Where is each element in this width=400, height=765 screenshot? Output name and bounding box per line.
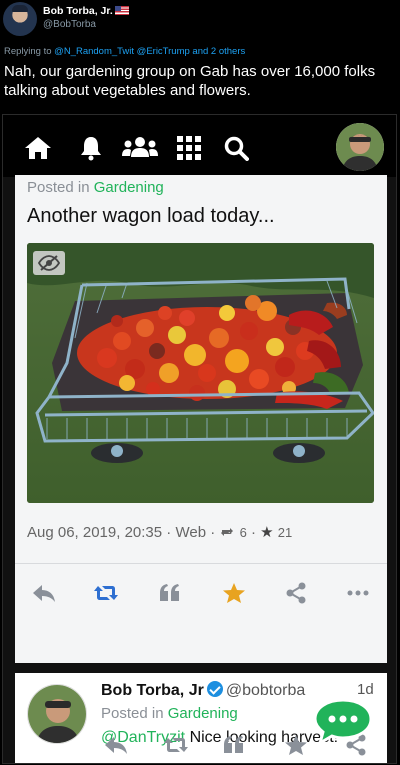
repost-count: 6 — [239, 525, 247, 540]
reply-icon[interactable] — [29, 581, 59, 605]
groups-icon[interactable] — [121, 134, 159, 162]
posted-in-prefix: Posted in — [27, 179, 90, 196]
star-icon[interactable] — [281, 733, 311, 757]
home-icon[interactable] — [23, 134, 53, 162]
reply-icon[interactable] — [101, 733, 131, 757]
gab-nav-bar — [3, 115, 396, 177]
star-icon[interactable] — [219, 581, 249, 605]
gab-screenshot: Posted in Gardening Another wagon load t… — [2, 114, 397, 764]
post-meta: Aug 06, 2019, 20:35 · Web · 6 · ★ 21 — [27, 523, 292, 541]
posted-in-prefix: Posted in — [101, 705, 164, 722]
share-icon[interactable] — [281, 581, 311, 605]
divider — [15, 563, 387, 564]
more-icon[interactable] — [343, 581, 373, 605]
post-date[interactable]: Aug 06, 2019, 20:35 — [27, 524, 162, 541]
bell-icon[interactable] — [76, 134, 106, 162]
repost-count-icon — [221, 528, 234, 536]
reply-handle: @bobtorba — [225, 682, 306, 699]
author-name-text: Bob Torba, Jr. — [43, 5, 113, 17]
gab-post: Posted in Gardening Another wagon load t… — [15, 175, 387, 663]
author-name[interactable]: Bob Torba, Jr. — [43, 5, 129, 17]
post-photo[interactable] — [27, 243, 374, 503]
reply-author-name: Bob Torba, Jr — [101, 682, 204, 699]
replying-prefix: Replying to — [4, 46, 52, 57]
avatar[interactable] — [3, 2, 37, 36]
reply-author[interactable]: Bob Torba, Jr @bobtorba — [101, 681, 305, 700]
reply-time[interactable]: 1d — [357, 681, 374, 698]
tweet-text: Nah, our gardening group on Gab has over… — [4, 63, 376, 99]
us-flag-icon — [114, 6, 129, 15]
quote-icon[interactable] — [155, 581, 185, 605]
meta-sep: · — [250, 524, 256, 541]
posted-in: Posted in Gardening — [101, 705, 238, 722]
hide-media-button[interactable] — [33, 251, 65, 275]
author-handle[interactable]: @BobTorba — [43, 19, 96, 30]
quote-icon[interactable] — [219, 733, 249, 757]
apps-grid-icon[interactable] — [174, 134, 204, 162]
meta-sep: · — [210, 524, 216, 541]
post-visibility: Web — [175, 524, 207, 541]
group-link[interactable]: Gardening — [168, 705, 238, 722]
chat-bubble-icon[interactable] — [312, 697, 374, 747]
repost-icon[interactable] — [91, 581, 121, 605]
profile-avatar[interactable] — [336, 123, 384, 171]
posted-in: Posted in Gardening — [27, 179, 164, 196]
replying-to-line: Replying to @N_Random_Twit @EricTrump an… — [4, 46, 245, 57]
repost-icon[interactable] — [161, 733, 191, 757]
replying-to-links[interactable]: @N_Random_Twit @EricTrump and 2 others — [54, 46, 245, 57]
group-link[interactable]: Gardening — [94, 179, 164, 196]
meta-sep: · — [166, 524, 172, 541]
verified-icon — [206, 681, 223, 697]
tweet-header: Bob Torba, Jr. @BobTorba — [0, 0, 400, 40]
star-count-icon: ★ — [260, 524, 274, 541]
post-title: Another wagon load today... — [27, 205, 275, 227]
eye-slash-icon — [38, 255, 60, 271]
search-icon[interactable] — [221, 134, 251, 162]
star-count: 21 — [277, 525, 293, 540]
